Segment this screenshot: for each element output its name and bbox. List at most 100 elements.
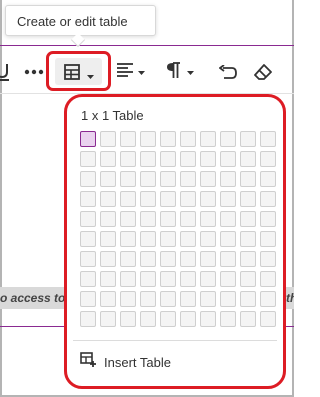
table-grid-cell[interactable] <box>180 251 196 267</box>
table-grid-cell[interactable] <box>80 151 96 167</box>
table-grid-cell[interactable] <box>140 291 156 307</box>
table-grid-cell[interactable] <box>180 291 196 307</box>
table-grid-cell[interactable] <box>100 211 116 227</box>
table-grid-cell[interactable] <box>100 271 116 287</box>
table-grid-cell[interactable] <box>140 191 156 207</box>
table-grid-cell[interactable] <box>120 231 136 247</box>
table-grid-cell[interactable] <box>160 231 176 247</box>
table-grid-cell[interactable] <box>80 191 96 207</box>
table-grid-cell[interactable] <box>240 171 256 187</box>
table-grid-cell[interactable] <box>220 191 236 207</box>
table-grid-cell[interactable] <box>120 271 136 287</box>
table-grid-cell[interactable] <box>200 311 216 327</box>
table-grid-cell[interactable] <box>200 171 216 187</box>
table-grid-cell[interactable] <box>220 311 236 327</box>
table-grid-cell[interactable] <box>260 171 276 187</box>
table-grid-cell[interactable] <box>240 251 256 267</box>
table-grid-cell[interactable] <box>80 231 96 247</box>
underline-icon[interactable] <box>0 62 10 82</box>
table-grid-cell[interactable] <box>80 251 96 267</box>
table-grid-cell[interactable] <box>140 211 156 227</box>
table-grid-cell[interactable] <box>260 131 276 147</box>
table-grid-cell[interactable] <box>240 311 256 327</box>
table-grid-cell[interactable] <box>100 311 116 327</box>
table-grid-cell[interactable] <box>160 171 176 187</box>
table-grid-cell[interactable] <box>180 171 196 187</box>
insert-table-button[interactable]: Insert Table <box>80 351 171 373</box>
table-grid-cell[interactable] <box>220 171 236 187</box>
table-grid-cell[interactable] <box>180 151 196 167</box>
paragraph-dropdown[interactable] <box>165 61 195 82</box>
table-grid-cell[interactable] <box>160 311 176 327</box>
table-grid-cell[interactable] <box>120 291 136 307</box>
align-dropdown[interactable] <box>116 62 146 82</box>
table-grid-cell[interactable] <box>180 271 196 287</box>
table-grid-cell[interactable] <box>260 251 276 267</box>
table-grid-cell[interactable] <box>80 131 96 147</box>
table-grid-cell[interactable] <box>80 271 96 287</box>
table-grid-cell[interactable] <box>160 131 176 147</box>
table-grid-cell[interactable] <box>120 131 136 147</box>
table-grid-cell[interactable] <box>100 151 116 167</box>
table-grid-cell[interactable] <box>80 291 96 307</box>
table-grid-cell[interactable] <box>80 211 96 227</box>
table-grid-cell[interactable] <box>200 211 216 227</box>
table-grid-cell[interactable] <box>220 251 236 267</box>
table-grid-cell[interactable] <box>200 231 216 247</box>
table-grid-cell[interactable] <box>240 131 256 147</box>
table-grid-cell[interactable] <box>260 271 276 287</box>
table-grid-cell[interactable] <box>200 191 216 207</box>
undo-icon[interactable] <box>219 62 237 82</box>
table-grid-cell[interactable] <box>240 231 256 247</box>
table-grid-cell[interactable] <box>120 171 136 187</box>
table-grid-cell[interactable] <box>240 291 256 307</box>
table-grid-cell[interactable] <box>260 151 276 167</box>
table-grid-cell[interactable] <box>200 271 216 287</box>
table-grid-cell[interactable] <box>220 271 236 287</box>
table-grid-cell[interactable] <box>140 271 156 287</box>
table-grid-cell[interactable] <box>260 211 276 227</box>
table-grid-cell[interactable] <box>140 231 156 247</box>
table-grid-cell[interactable] <box>140 251 156 267</box>
table-grid-cell[interactable] <box>260 311 276 327</box>
table-grid-cell[interactable] <box>220 131 236 147</box>
table-grid-cell[interactable] <box>200 151 216 167</box>
table-grid-cell[interactable] <box>180 211 196 227</box>
table-grid-cell[interactable] <box>160 151 176 167</box>
table-grid-cell[interactable] <box>100 131 116 147</box>
table-grid-cell[interactable] <box>260 191 276 207</box>
table-grid-cell[interactable] <box>160 211 176 227</box>
table-grid-cell[interactable] <box>200 131 216 147</box>
table-grid-cell[interactable] <box>120 151 136 167</box>
table-grid-cell[interactable] <box>220 291 236 307</box>
table-grid-cell[interactable] <box>260 291 276 307</box>
table-grid-cell[interactable] <box>140 151 156 167</box>
table-grid-cell[interactable] <box>100 291 116 307</box>
clear-format-icon[interactable] <box>254 62 272 82</box>
table-grid-cell[interactable] <box>100 191 116 207</box>
table-grid-cell[interactable] <box>260 231 276 247</box>
table-grid-cell[interactable] <box>80 311 96 327</box>
table-grid-cell[interactable] <box>160 191 176 207</box>
table-grid-cell[interactable] <box>120 211 136 227</box>
table-grid-cell[interactable] <box>180 131 196 147</box>
table-grid-cell[interactable] <box>180 191 196 207</box>
table-grid-cell[interactable] <box>240 191 256 207</box>
table-grid-cell[interactable] <box>140 171 156 187</box>
table-grid-cell[interactable] <box>100 231 116 247</box>
table-grid-cell[interactable] <box>220 151 236 167</box>
more-options-icon[interactable] <box>24 62 44 82</box>
table-grid-cell[interactable] <box>160 271 176 287</box>
table-grid-cell[interactable] <box>100 251 116 267</box>
table-grid-cell[interactable] <box>180 231 196 247</box>
table-grid-cell[interactable] <box>200 251 216 267</box>
table-grid-cell[interactable] <box>240 211 256 227</box>
table-grid-cell[interactable] <box>160 291 176 307</box>
table-grid-cell[interactable] <box>80 171 96 187</box>
table-grid-cell[interactable] <box>240 271 256 287</box>
table-grid-cell[interactable] <box>120 191 136 207</box>
table-grid-cell[interactable] <box>120 251 136 267</box>
table-grid-cell[interactable] <box>160 251 176 267</box>
table-grid-cell[interactable] <box>180 311 196 327</box>
table-grid-cell[interactable] <box>140 311 156 327</box>
